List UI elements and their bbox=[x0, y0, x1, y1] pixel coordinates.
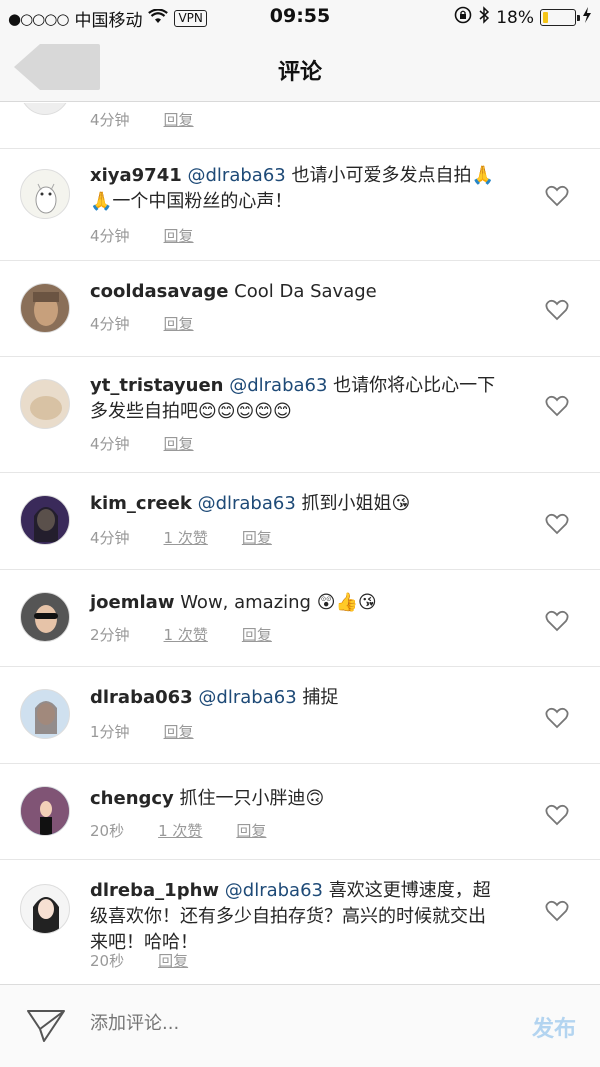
comment-time: 1分钟 bbox=[90, 723, 130, 741]
heart-icon[interactable] bbox=[545, 299, 569, 321]
comment-username[interactable]: dlreba_1phw bbox=[90, 880, 219, 901]
reply-button[interactable]: 回复 bbox=[242, 527, 272, 548]
comment-body: 抓到小姐姐😘 bbox=[301, 493, 411, 514]
comment-time: 4分钟 bbox=[90, 315, 130, 333]
comment-text: cooldasavage Cool Da Savage bbox=[90, 279, 500, 305]
comment-meta: 4分钟 1 次赞 回复 bbox=[90, 527, 272, 548]
reply-button[interactable]: 回复 bbox=[164, 109, 194, 130]
comment-time: 2分钟 bbox=[90, 626, 130, 644]
comment-row: dlraba063 @dlraba63 捕捉 1分钟 回复 bbox=[0, 667, 600, 764]
comment-row: kim_creek @dlraba63 抓到小姐姐😘 4分钟 1 次赞 回复 bbox=[0, 473, 600, 570]
reply-button[interactable]: 回复 bbox=[242, 624, 272, 645]
comment-text: yt_tristayuen @dlraba63 也请你将心比心一下多发些自拍吧😊… bbox=[90, 373, 500, 425]
avatar[interactable] bbox=[20, 884, 70, 934]
comment-mention[interactable]: @dlraba63 bbox=[229, 375, 327, 396]
comment-username[interactable]: cooldasavage bbox=[90, 281, 228, 302]
comment-text: kim_creek @dlraba63 抓到小姐姐😘 bbox=[90, 491, 500, 517]
comment-meta: 1分钟 回复 bbox=[90, 721, 194, 742]
post-button[interactable]: 发布 bbox=[532, 1011, 576, 1043]
likes-count[interactable]: 1 次赞 bbox=[158, 820, 202, 841]
comment-text: dlraba063 @dlraba63 捕捉 bbox=[90, 685, 500, 711]
likes-count[interactable]: 1 次赞 bbox=[164, 624, 208, 645]
comment-row: xiya9741 @dlraba63 也请小可爱多发点自拍🙏🙏一个中国粉丝的心声… bbox=[0, 149, 600, 261]
reply-button[interactable]: 回复 bbox=[164, 433, 194, 454]
reply-button[interactable]: 回复 bbox=[164, 721, 194, 742]
comment-meta: 20秒 1 次赞 回复 bbox=[90, 820, 266, 841]
comment-body: 抓住一只小胖迪🙃 bbox=[179, 788, 325, 809]
avatar[interactable] bbox=[20, 379, 70, 429]
avatar[interactable] bbox=[20, 592, 70, 642]
comment-username[interactable]: yt_tristayuen bbox=[90, 375, 223, 396]
comment-time: 4分钟 bbox=[90, 227, 130, 245]
heart-icon[interactable] bbox=[545, 513, 569, 535]
comment-body: Cool Da Savage bbox=[234, 281, 377, 302]
avatar[interactable] bbox=[20, 495, 70, 545]
comment-text: dlreba_1phw @dlraba63 喜欢这更博速度，超级喜欢你！还有多少… bbox=[90, 878, 500, 956]
paper-plane-icon[interactable] bbox=[26, 1007, 66, 1043]
reply-button[interactable]: 回复 bbox=[236, 820, 266, 841]
likes-count[interactable]: 1 次赞 bbox=[164, 527, 208, 548]
comment-meta: 4分钟 回复 bbox=[90, 109, 194, 130]
comment-text: xiya9741 @dlraba63 也请小可爱多发点自拍🙏🙏一个中国粉丝的心声… bbox=[90, 163, 500, 215]
comment-body: 捕捉 bbox=[302, 687, 339, 708]
avatar[interactable] bbox=[20, 689, 70, 739]
battery-percent: 18% bbox=[496, 7, 534, 28]
comment-mention[interactable]: @dlraba63 bbox=[188, 165, 286, 186]
avatar[interactable] bbox=[20, 283, 70, 333]
comment-row: joemlaw Wow, amazing 😲👍😘 2分钟 1 次赞 回复 bbox=[0, 570, 600, 667]
comment-mention[interactable]: @dlraba63 bbox=[198, 493, 296, 514]
reply-button[interactable]: 回复 bbox=[164, 313, 194, 334]
heart-icon[interactable] bbox=[545, 610, 569, 632]
battery-level bbox=[543, 12, 549, 23]
orientation-lock-icon bbox=[454, 6, 472, 29]
bluetooth-icon bbox=[478, 6, 490, 29]
heart-icon[interactable] bbox=[545, 185, 569, 207]
charging-icon bbox=[582, 7, 592, 28]
comment-username[interactable]: chengcy bbox=[90, 788, 174, 809]
comment-time: 4分钟 bbox=[90, 111, 130, 129]
reply-button[interactable]: 回复 bbox=[164, 225, 194, 246]
comment-time: 4分钟 bbox=[90, 529, 130, 547]
page-title: 评论 bbox=[277, 60, 322, 85]
comment-mention[interactable]: @dlraba63 bbox=[198, 687, 296, 708]
comment-body: Wow, amazing 😲👍😘 bbox=[180, 592, 377, 613]
nav-bar: 评论 bbox=[0, 34, 600, 102]
comment-meta: 4分钟 回复 bbox=[90, 313, 194, 334]
heart-icon[interactable] bbox=[545, 707, 569, 729]
status-right: 18% bbox=[454, 6, 592, 29]
comment-meta: 4分钟 回复 bbox=[90, 225, 194, 246]
comment-row: dlreba_1phw @dlraba63 喜欢这更博速度，超级喜欢你！还有多少… bbox=[0, 860, 600, 983]
avatar bbox=[20, 103, 70, 115]
comment-row: chengcy 抓住一只小胖迪🙃 20秒 1 次赞 回复 bbox=[0, 764, 600, 860]
status-bar: ●○○○○ 中国移动 VPN 09:55 18% bbox=[0, 0, 600, 34]
comment-username[interactable]: xiya9741 bbox=[90, 165, 182, 186]
comment-mention[interactable]: @dlraba63 bbox=[225, 880, 323, 901]
comment-input[interactable] bbox=[90, 1013, 470, 1034]
comment-row: yt_tristayuen @dlraba63 也请你将心比心一下多发些自拍吧😊… bbox=[0, 357, 600, 473]
heart-icon[interactable] bbox=[545, 900, 569, 922]
comment-time: 20秒 bbox=[90, 952, 125, 970]
comment-username[interactable]: dlraba063 bbox=[90, 687, 193, 708]
comment-text: joemlaw Wow, amazing 😲👍😘 bbox=[90, 590, 500, 616]
comment-username[interactable]: joemlaw bbox=[90, 592, 174, 613]
heart-icon[interactable] bbox=[545, 804, 569, 826]
battery-tip bbox=[577, 15, 580, 21]
comment-text: chengcy 抓住一只小胖迪🙃 bbox=[90, 786, 500, 812]
comment-row: cooldasavage Cool Da Savage 4分钟 回复 bbox=[0, 261, 600, 357]
comment-time: 20秒 bbox=[90, 822, 125, 840]
avatar[interactable] bbox=[20, 786, 70, 836]
comment-username[interactable]: kim_creek bbox=[90, 493, 192, 514]
comment-meta: 20秒 回复 bbox=[90, 950, 188, 971]
comment-meta: 4分钟 回复 bbox=[90, 433, 194, 454]
reply-button[interactable]: 回复 bbox=[158, 950, 188, 971]
comment-row-partial: 4分钟 回复 bbox=[0, 103, 600, 149]
battery-icon bbox=[540, 9, 580, 26]
comment-time: 4分钟 bbox=[90, 435, 130, 453]
avatar[interactable] bbox=[20, 169, 70, 219]
comment-composer: 发布 bbox=[0, 984, 600, 1067]
comment-list[interactable]: 4分钟 回复 xiya9741 @dlraba63 也请小可爱多发点自拍🙏🙏一个… bbox=[0, 103, 600, 983]
heart-icon[interactable] bbox=[545, 395, 569, 417]
comment-meta: 2分钟 1 次赞 回复 bbox=[90, 624, 272, 645]
